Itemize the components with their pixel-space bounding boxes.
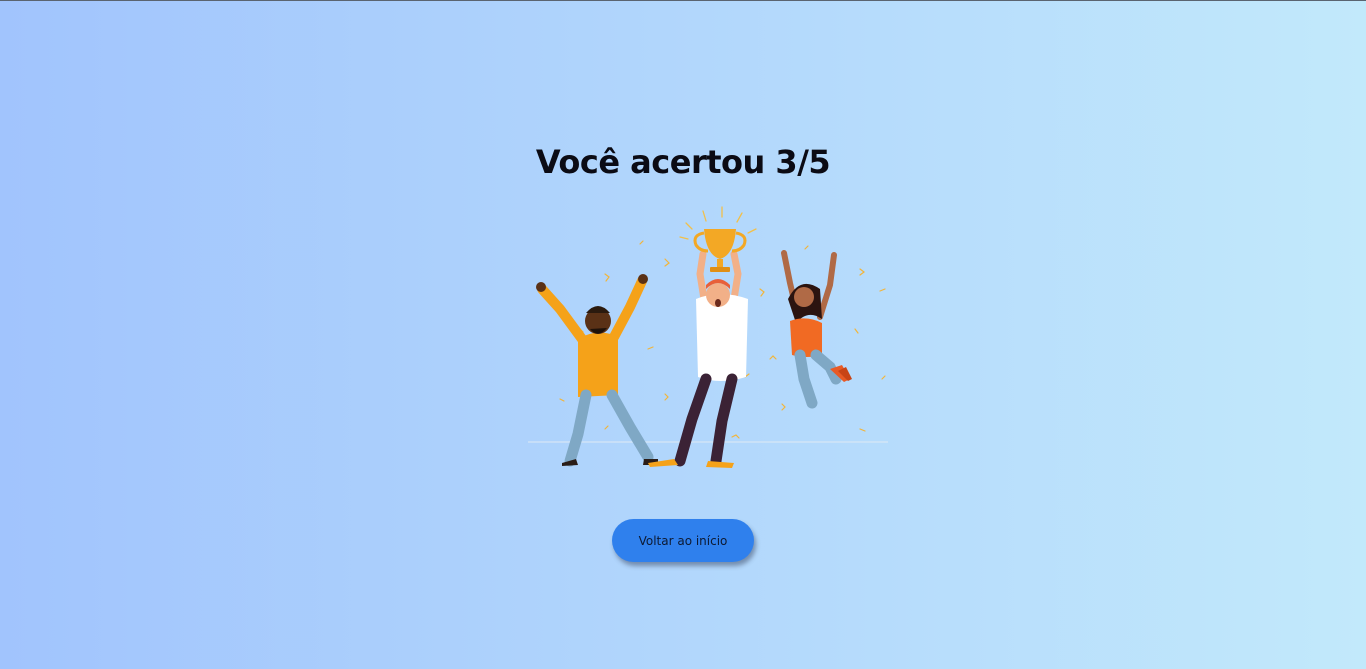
back-to-start-button[interactable]: Voltar ao início <box>612 519 754 562</box>
result-title: Você acertou 3/5 <box>535 143 831 181</box>
celebration-illustration <box>528 206 888 468</box>
